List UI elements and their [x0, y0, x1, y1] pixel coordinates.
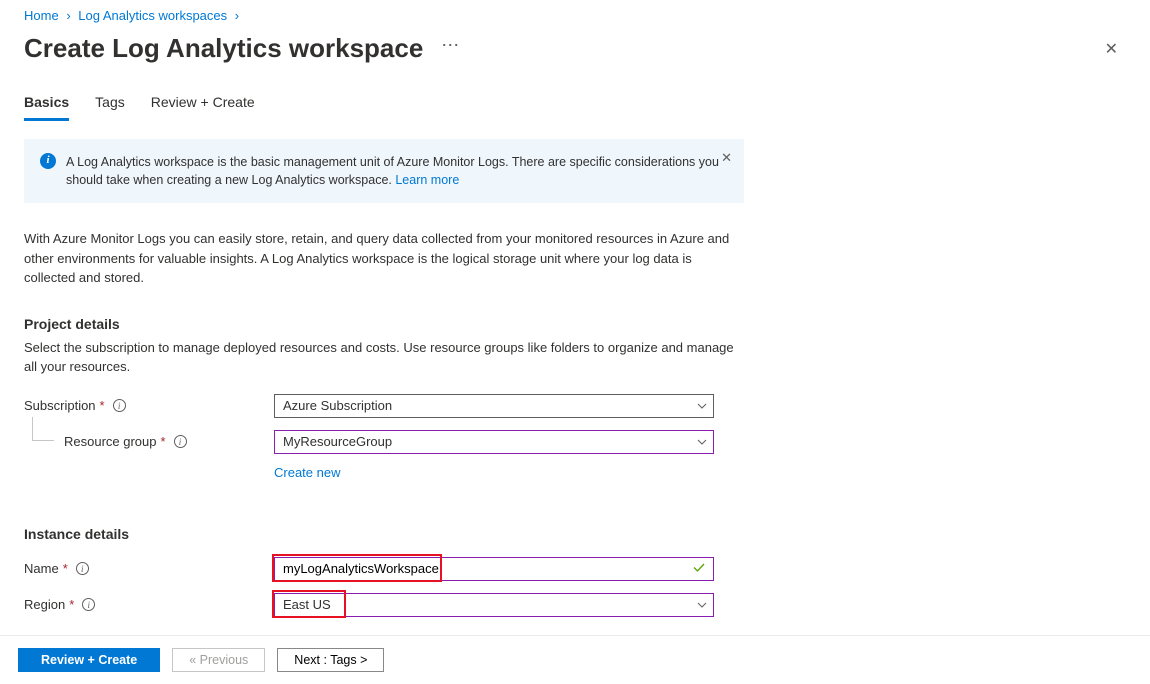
tab-tags[interactable]: Tags [95, 94, 125, 121]
review-create-button[interactable]: Review + Create [18, 648, 160, 672]
resource-group-label: Resource group [64, 434, 157, 449]
chevron-right-icon: › [66, 8, 70, 23]
project-details-title: Project details [24, 316, 744, 332]
tab-review[interactable]: Review + Create [151, 94, 255, 121]
close-icon[interactable]: ✕ [1097, 35, 1126, 63]
resource-group-value: MyResourceGroup [283, 434, 392, 449]
required-indicator: * [63, 561, 68, 576]
info-circle-icon[interactable]: i [113, 399, 126, 412]
breadcrumb: Home › Log Analytics workspaces › [24, 4, 1126, 33]
info-circle-icon[interactable]: i [174, 435, 187, 448]
breadcrumb-workspaces[interactable]: Log Analytics workspaces [78, 8, 227, 23]
project-details-desc: Select the subscription to manage deploy… [24, 338, 744, 377]
region-select[interactable]: East US [274, 593, 714, 617]
required-indicator: * [69, 597, 74, 612]
tab-basics[interactable]: Basics [24, 94, 69, 121]
name-input[interactable] [274, 557, 714, 581]
info-circle-icon[interactable]: i [82, 598, 95, 611]
info-banner: i A Log Analytics workspace is the basic… [24, 139, 744, 203]
region-value: East US [283, 597, 331, 612]
region-label: Region [24, 597, 65, 612]
learn-more-link[interactable]: Learn more [395, 173, 459, 187]
indent-connector [32, 417, 54, 441]
page-title: Create Log Analytics workspace [24, 33, 423, 64]
info-text: A Log Analytics workspace is the basic m… [66, 155, 719, 187]
chevron-right-icon: › [235, 8, 239, 23]
tabs: Basics Tags Review + Create [24, 94, 1126, 121]
resource-group-select[interactable]: MyResourceGroup [274, 430, 714, 454]
subscription-select[interactable]: Azure Subscription [274, 394, 714, 418]
more-icon[interactable]: ⋯ [441, 35, 460, 56]
required-indicator: * [161, 434, 166, 449]
subscription-value: Azure Subscription [283, 398, 392, 413]
next-button[interactable]: Next : Tags > [277, 648, 384, 672]
instance-details-title: Instance details [24, 526, 744, 542]
breadcrumb-home[interactable]: Home [24, 8, 59, 23]
intro-text: With Azure Monitor Logs you can easily s… [24, 229, 744, 288]
create-new-link[interactable]: Create new [274, 465, 340, 480]
dismiss-icon[interactable]: ✕ [721, 149, 732, 168]
subscription-label: Subscription [24, 398, 96, 413]
name-label: Name [24, 561, 59, 576]
required-indicator: * [100, 398, 105, 413]
info-icon: i [40, 153, 56, 169]
info-circle-icon[interactable]: i [76, 562, 89, 575]
previous-button: « Previous [172, 648, 265, 672]
footer: Review + Create « Previous Next : Tags > [0, 635, 1150, 684]
check-icon [692, 560, 706, 577]
